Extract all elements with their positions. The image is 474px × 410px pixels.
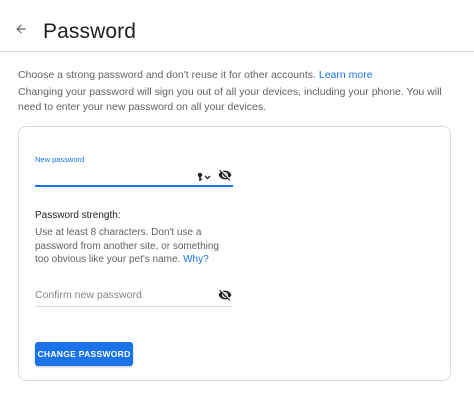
learn-more-link[interactable]: Learn more bbox=[319, 69, 373, 81]
confirm-password-input[interactable] bbox=[35, 289, 210, 301]
change-password-button[interactable]: CHANGE PASSWORD bbox=[35, 342, 133, 366]
confirm-password-underline bbox=[35, 306, 233, 307]
key-dropdown-icon[interactable] bbox=[197, 170, 211, 182]
intro-text: Choose a strong password and don't reuse… bbox=[18, 68, 458, 117]
confirm-password-field[interactable] bbox=[35, 285, 233, 307]
new-password-label: New password bbox=[35, 155, 85, 164]
page-title: Password bbox=[43, 20, 137, 43]
new-password-field[interactable] bbox=[35, 167, 233, 187]
new-password-underline bbox=[35, 185, 233, 187]
strength-help: Use at least 8 characters. Don't use a p… bbox=[35, 226, 235, 267]
intro-line-1-text: Choose a strong password and don't reuse… bbox=[18, 69, 316, 81]
page-header: Password bbox=[0, 0, 474, 52]
intro-line-1: Choose a strong password and don't reuse… bbox=[18, 68, 458, 83]
password-form-card: New password Password strength: Use at l… bbox=[18, 126, 451, 381]
back-button[interactable] bbox=[14, 22, 34, 42]
new-password-input[interactable] bbox=[35, 169, 190, 181]
eye-off-icon[interactable] bbox=[217, 168, 233, 182]
why-link[interactable]: Why? bbox=[183, 254, 209, 265]
intro-line-2: Changing your password will sign you out… bbox=[18, 86, 442, 113]
eye-off-icon[interactable] bbox=[217, 288, 233, 302]
strength-title: Password strength: bbox=[35, 210, 121, 221]
arrow-left-icon bbox=[16, 24, 26, 34]
